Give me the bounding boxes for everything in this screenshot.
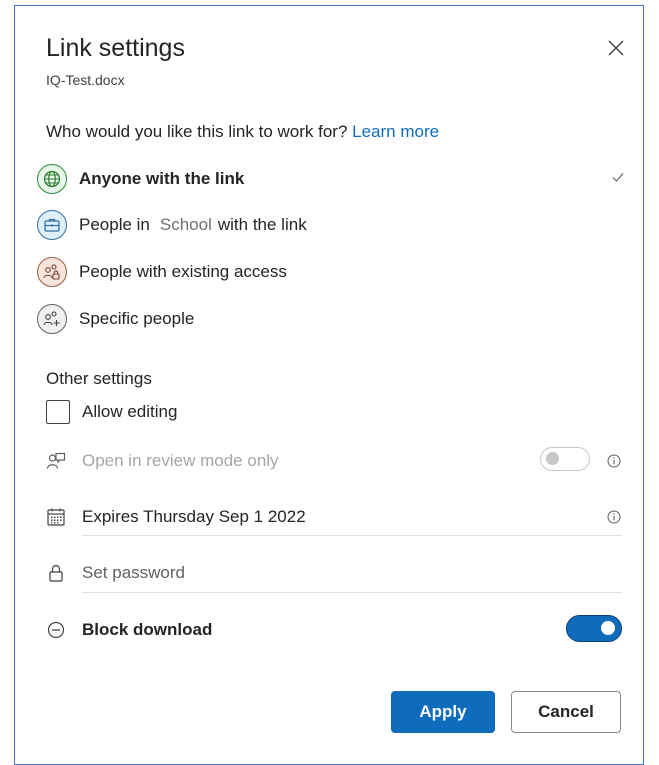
briefcase-icon — [37, 210, 67, 240]
allow-editing-checkbox[interactable]: Allow editing — [46, 398, 177, 426]
divider — [82, 592, 622, 593]
block-download-label: Block download — [82, 620, 213, 639]
review-mode-toggle[interactable] — [540, 447, 590, 471]
option-specific-people[interactable]: Specific people — [37, 302, 631, 336]
option-anyone[interactable]: Anyone with the link — [37, 162, 631, 196]
option-label-prefix: People in — [79, 215, 150, 234]
people-add-icon — [37, 304, 67, 334]
review-mode-row: Open in review mode only — [46, 439, 622, 483]
file-name: IQ-Test.docx — [46, 72, 125, 88]
dialog-title: Link settings — [46, 34, 185, 62]
divider — [82, 535, 622, 536]
expiration-row[interactable]: Expires Thursday Sep 1 2022 — [46, 495, 622, 539]
review-mode-label: Open in review mode only — [82, 451, 279, 470]
toggle-knob — [601, 621, 615, 635]
checkbox-box[interactable] — [46, 400, 70, 424]
org-name: School — [159, 215, 212, 234]
password-row[interactable]: Set password — [46, 551, 622, 595]
close-icon[interactable] — [604, 36, 628, 60]
block-download-row: Block download — [46, 608, 622, 652]
allow-editing-label: Allow editing — [82, 402, 178, 421]
info-icon[interactable] — [607, 510, 621, 524]
option-people-in-org[interactable]: People in School with the link — [37, 208, 631, 242]
checkmark-icon — [612, 173, 624, 182]
apply-button[interactable]: Apply — [391, 691, 495, 733]
question-text: Who would you like this link to work for… — [46, 122, 348, 141]
learn-more-link[interactable]: Learn more — [352, 122, 439, 141]
block-download-toggle[interactable] — [566, 615, 622, 642]
option-label-suffix: with the link — [217, 215, 307, 234]
people-lock-icon — [37, 257, 67, 287]
globe-icon — [37, 164, 67, 194]
other-settings-heading: Other settings — [46, 369, 152, 388]
option-label: Specific people — [79, 309, 195, 328]
option-label: People with existing access — [79, 262, 287, 281]
info-icon[interactable] — [607, 454, 621, 468]
expiration-label: Expires Thursday Sep 1 2022 — [82, 507, 306, 526]
lock-icon — [46, 563, 66, 583]
password-input[interactable]: Set password — [82, 563, 185, 583]
toggle-knob — [546, 452, 559, 465]
calendar-icon — [46, 507, 66, 527]
cancel-button[interactable]: Cancel — [511, 691, 621, 733]
block-icon — [46, 620, 66, 640]
audience-question: Who would you like this link to work for… — [46, 122, 439, 142]
review-person-icon — [46, 451, 66, 471]
option-existing-access[interactable]: People with existing access — [37, 255, 631, 289]
option-label: Anyone with the link — [79, 169, 245, 188]
